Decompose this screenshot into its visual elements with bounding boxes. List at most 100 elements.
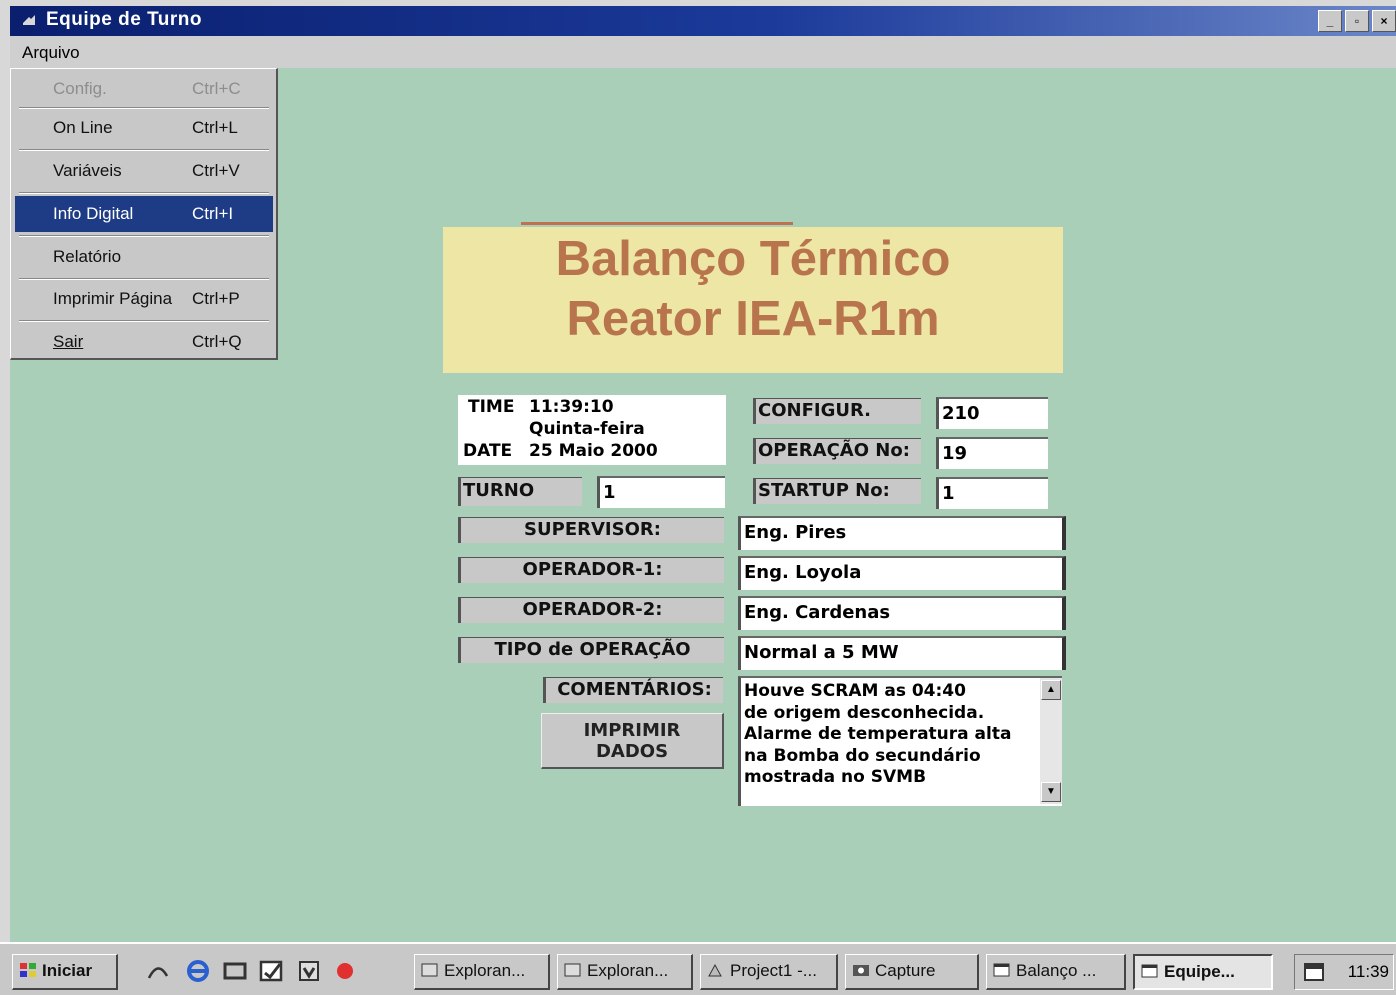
menu-item-label: Info Digital	[53, 204, 134, 223]
capture-icon	[853, 965, 869, 976]
task-label: Equipe...	[1164, 962, 1235, 981]
menu-bar: Arquivo	[10, 36, 1396, 68]
file-menu-dropdown: Config. Ctrl+C On Line Ctrl+L Variáveis …	[10, 68, 278, 360]
menu-separator	[19, 107, 269, 109]
menu-item-shortcut: Ctrl+C	[192, 79, 241, 98]
quick-launch-red-icon[interactable]	[332, 958, 358, 984]
time-value: 11:39:10	[529, 397, 614, 417]
menu-item-label: Config.	[53, 79, 107, 98]
config-label: CONFIGUR.	[753, 398, 921, 424]
imprimir-dados-button[interactable]: IMPRIMIR DADOS	[541, 713, 724, 769]
scroll-down-icon[interactable]: ▼	[1041, 782, 1061, 802]
scroll-up-icon[interactable]: ▲	[1041, 680, 1061, 700]
menu-item-variaveis[interactable]: Variáveis Ctrl+V	[15, 153, 273, 189]
task-label: Project1 -...	[730, 961, 817, 980]
taskbar-task-balanco[interactable]: Balanço ...	[986, 954, 1126, 990]
weekday-value: Quinta-feira	[529, 419, 645, 439]
window-title: Equipe de Turno	[46, 9, 202, 30]
menu-item-label: Sair	[53, 332, 84, 351]
menu-item-imprimir-pagina[interactable]: Imprimir Página Ctrl+P	[15, 281, 273, 317]
explorer-icon	[421, 963, 438, 977]
start-button[interactable]: Iniciar	[12, 954, 118, 990]
menu-item-relatorio[interactable]: Relatório	[15, 239, 273, 275]
menu-item-label: Imprimir Página	[53, 289, 173, 308]
title-banner: Balanço Térmico Reator IEA-R1m	[443, 222, 1063, 373]
taskbar-task-equipe[interactable]: Equipe...	[1133, 954, 1273, 990]
menu-item-shortcut: Ctrl+L	[192, 118, 238, 137]
comentarios-text: Houve SCRAM as 04:40 de origem desconhec…	[744, 681, 1012, 787]
task-label: Capture	[875, 961, 936, 980]
operacao-field[interactable]: 19	[936, 437, 1048, 469]
window-icon	[993, 963, 1010, 977]
start-label: Iniciar	[42, 961, 93, 980]
operador2-label: OPERADOR-2:	[458, 597, 724, 623]
quick-launch-desktop-icon[interactable]	[145, 958, 171, 984]
operador1-field[interactable]: Eng. Loyola	[738, 556, 1066, 590]
banner-title-line2: Reator IEA-R1m	[566, 292, 940, 346]
menu-item-on-line[interactable]: On Line Ctrl+L	[15, 110, 273, 146]
menu-separator	[19, 192, 269, 194]
taskbar-task-capture[interactable]: Capture	[845, 954, 979, 990]
menu-arquivo[interactable]: Arquivo	[22, 43, 80, 63]
menu-item-label: Variáveis	[53, 161, 122, 180]
app-icon	[23, 15, 35, 25]
tipo-operacao-field[interactable]: Normal a 5 MW	[738, 636, 1066, 670]
quick-launch-edit-icon[interactable]	[258, 958, 284, 984]
datetime-display: TIME 11:39:10 Quinta-feira DATE 25 Maio …	[458, 395, 726, 465]
comentarios-textarea[interactable]: Houve SCRAM as 04:40 de origem desconhec…	[738, 676, 1062, 806]
task-label: Exploran...	[587, 961, 669, 980]
menu-item-sair[interactable]: Sair Ctrl+Q	[15, 324, 273, 360]
startup-label: STARTUP No:	[753, 478, 921, 504]
date-value: 25 Maio 2000	[529, 441, 658, 461]
supervisor-field[interactable]: Eng. Pires	[738, 516, 1066, 550]
menu-item-label: On Line	[53, 118, 113, 137]
quick-launch-channels-icon[interactable]	[222, 958, 248, 984]
operador1-label: OPERADOR-1:	[458, 557, 724, 583]
turno-field[interactable]: 1	[597, 476, 725, 508]
supervisor-label: SUPERVISOR:	[458, 517, 724, 543]
menu-separator	[19, 320, 269, 322]
banner-title-line1: Balanço Térmico	[555, 232, 951, 286]
turno-label: TURNO	[458, 477, 582, 506]
window-icon	[1141, 964, 1158, 978]
tray-clock[interactable]: 11:39	[1348, 962, 1389, 982]
maximize-icon[interactable]: ▫	[1345, 10, 1369, 32]
menu-item-shortcut: Ctrl+P	[192, 289, 240, 308]
minimize-icon[interactable]: _	[1318, 10, 1342, 32]
menu-item-shortcut: Ctrl+Q	[192, 332, 242, 351]
taskbar-task-explorer-1[interactable]: Exploran...	[414, 954, 550, 990]
window-title-bar[interactable]: Equipe de Turno _ ▫ ×	[10, 6, 1396, 36]
operador2-field[interactable]: Eng. Cardenas	[738, 596, 1066, 630]
menu-item-config: Config. Ctrl+C	[15, 71, 273, 107]
imprimir-dados-line2: DADOS	[595, 741, 669, 762]
startup-field[interactable]: 1	[936, 477, 1048, 509]
comentarios-label: COMENTÁRIOS:	[543, 677, 723, 703]
windows-logo-icon	[20, 963, 36, 977]
task-label: Balanço ...	[1016, 961, 1097, 980]
menu-separator	[19, 235, 269, 237]
system-tray: 11:39	[1294, 954, 1394, 990]
operacao-label: OPERAÇÃO No:	[753, 438, 921, 464]
menu-separator	[19, 149, 269, 151]
quick-launch-explorer-icon[interactable]	[296, 958, 322, 984]
taskbar-task-project1[interactable]: Project1 -...	[700, 954, 838, 990]
internet-explorer-icon[interactable]	[185, 958, 211, 984]
taskbar-task-explorer-2[interactable]: Exploran...	[557, 954, 693, 990]
task-label: Exploran...	[444, 961, 526, 980]
project-icon	[708, 963, 722, 977]
time-label: TIME	[468, 397, 515, 417]
explorer-icon	[564, 963, 581, 977]
imprimir-dados-line1: IMPRIMIR	[583, 720, 681, 741]
banner-accent-line	[521, 222, 793, 225]
menu-item-label: Relatório	[53, 247, 122, 266]
tipo-operacao-label: TIPO de OPERAÇÃO	[458, 637, 724, 663]
menu-item-shortcut: Ctrl+I	[192, 204, 234, 223]
tray-calendar-icon[interactable]	[1303, 962, 1325, 982]
date-label: DATE	[463, 441, 513, 461]
config-field[interactable]: 210	[936, 397, 1048, 429]
menu-item-shortcut: Ctrl+V	[192, 161, 240, 180]
menu-item-info-digital[interactable]: Info Digital Ctrl+I	[15, 196, 273, 232]
menu-separator	[19, 278, 269, 280]
close-icon[interactable]: ×	[1372, 10, 1396, 32]
comentarios-scrollbar[interactable]: ▲ ▼	[1040, 678, 1062, 804]
